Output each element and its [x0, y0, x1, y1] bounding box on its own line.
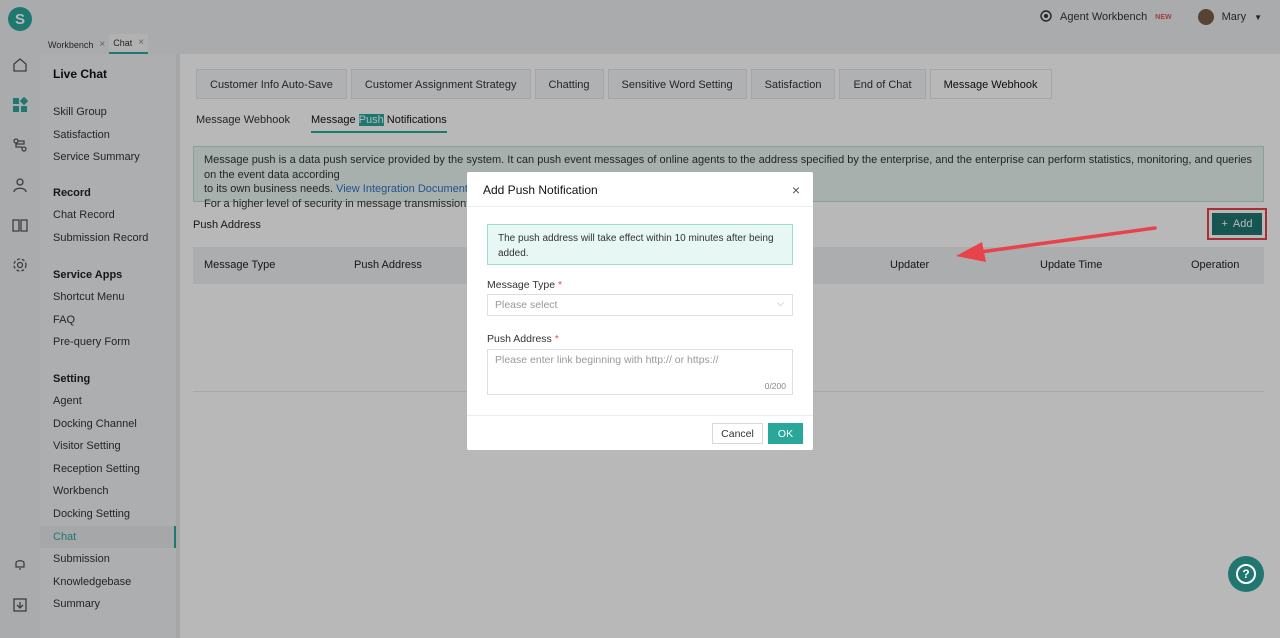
- close-icon[interactable]: ×: [792, 182, 800, 198]
- push-address-input[interactable]: Please enter link beginning with http://…: [487, 349, 793, 395]
- annotation-arrow: [956, 226, 1157, 262]
- input-placeholder: Please enter link beginning with http://…: [495, 354, 719, 366]
- dialog-title: Add Push Notification: [483, 183, 598, 197]
- question-icon: ?: [1236, 564, 1256, 584]
- message-type-select[interactable]: Please select ⌵: [487, 294, 793, 316]
- required-mark: *: [554, 333, 559, 345]
- cancel-button[interactable]: Cancel: [712, 423, 763, 444]
- char-counter: 0/200: [764, 381, 786, 391]
- dialog-header: Add Push Notification ×: [467, 172, 813, 207]
- dialog-notice: The push address will take effect within…: [487, 224, 793, 265]
- ok-button[interactable]: OK: [768, 423, 803, 444]
- dialog-footer: Cancel OK: [467, 415, 813, 450]
- push-address-label: Push Address *: [487, 333, 559, 345]
- required-mark: *: [558, 279, 563, 291]
- help-button[interactable]: ?: [1228, 556, 1264, 592]
- select-placeholder: Please select: [495, 299, 558, 311]
- add-push-notification-dialog: Add Push Notification × The push address…: [467, 172, 813, 450]
- message-type-label: Message Type *: [487, 279, 563, 291]
- chevron-down-icon: ⌵: [777, 298, 784, 308]
